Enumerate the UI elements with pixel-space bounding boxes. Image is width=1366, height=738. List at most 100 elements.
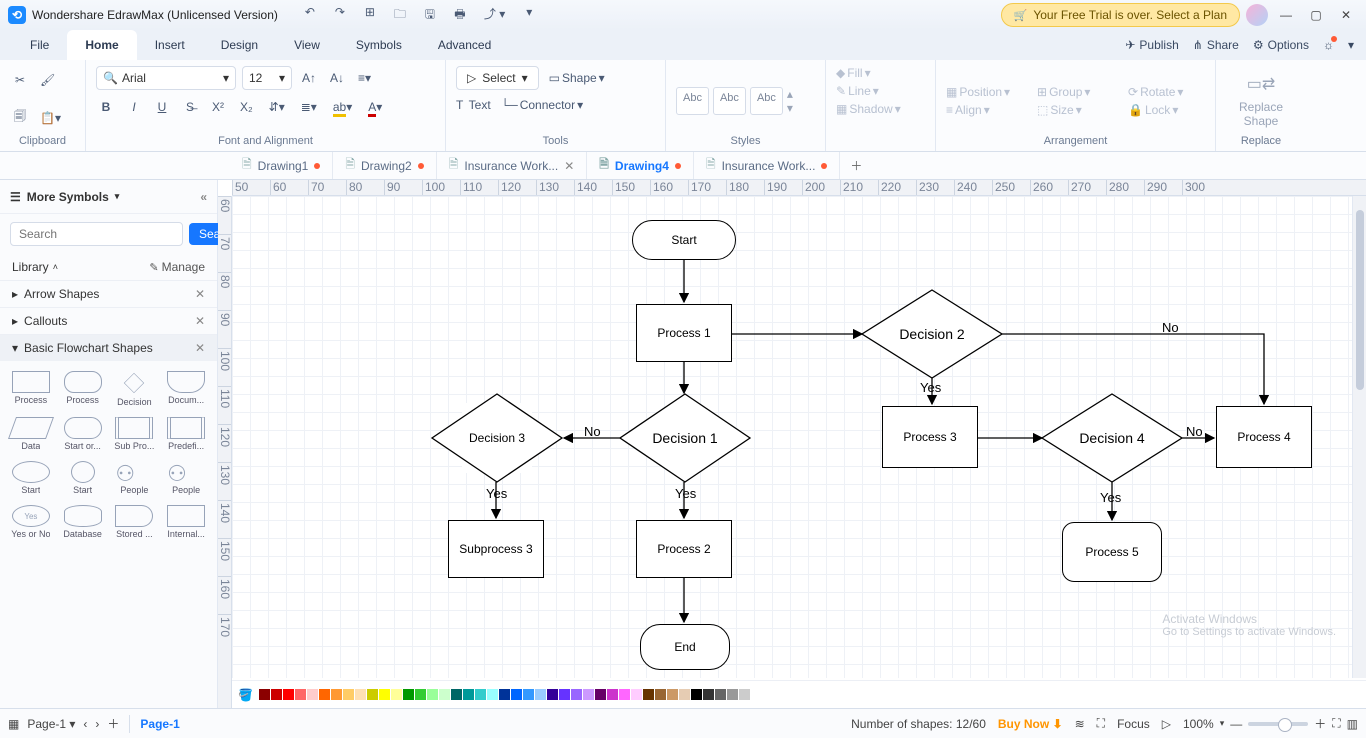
doc-tab[interactable]: 🗎Drawing2 — [333, 152, 436, 179]
panels-icon[interactable]: ▥ — [1347, 717, 1358, 731]
play-icon[interactable]: ▷ — [1162, 717, 1171, 731]
color-swatch[interactable] — [343, 689, 354, 700]
cat-basic-flowchart[interactable]: ▾ Basic Flowchart Shapes✕ — [0, 334, 217, 361]
doc-tab[interactable]: 🗎Drawing1 — [230, 152, 333, 179]
lock-button[interactable]: 🔒 Lock▾ — [1128, 103, 1205, 117]
style-preset-2[interactable]: Abc — [713, 87, 746, 115]
library-row[interactable]: Library˄ ✎ Manage — [0, 254, 217, 280]
shrink-font-icon[interactable]: A↓ — [326, 67, 348, 89]
cut-icon[interactable]: ✂ — [10, 69, 30, 91]
align-menu-icon[interactable]: ≡▾ — [354, 67, 375, 89]
color-swatch[interactable] — [715, 689, 726, 700]
color-swatch[interactable] — [451, 689, 462, 700]
menu-insert[interactable]: Insert — [137, 30, 203, 60]
bold-icon[interactable]: B — [96, 96, 116, 118]
cat-callouts[interactable]: ▸ Callouts✕ — [0, 307, 217, 334]
color-swatch[interactable] — [643, 689, 654, 700]
color-swatch[interactable] — [487, 689, 498, 700]
shape-document[interactable]: Docum... — [161, 367, 211, 411]
shape-yesno[interactable]: YesYes or No — [6, 501, 56, 543]
color-swatch[interactable] — [475, 689, 486, 700]
shape-start-circle[interactable]: Start — [58, 457, 108, 499]
color-swatch[interactable] — [379, 689, 390, 700]
new-tab-button[interactable]: ＋ — [840, 157, 872, 174]
line-spacing-icon[interactable]: ⇵▾ — [265, 96, 289, 118]
layers-icon[interactable]: ≋ — [1075, 717, 1085, 731]
color-swatch[interactable] — [403, 689, 414, 700]
color-swatch[interactable] — [355, 689, 366, 700]
grow-font-icon[interactable]: A↑ — [298, 67, 320, 89]
node-end[interactable]: End — [640, 624, 730, 670]
doc-tab[interactable]: 🗎Insurance Work...✕ — [437, 152, 588, 179]
collapse-ribbon-icon[interactable]: ▾ — [1348, 38, 1354, 52]
notifications-icon[interactable]: ☼ — [1323, 38, 1334, 52]
cat-arrow-shapes[interactable]: ▸ Arrow Shapes✕ — [0, 280, 217, 307]
focus-button[interactable]: Focus — [1117, 717, 1150, 731]
collapse-sidebar-icon[interactable]: « — [200, 190, 207, 204]
color-swatch[interactable] — [259, 689, 270, 700]
color-swatch[interactable] — [571, 689, 582, 700]
color-swatch[interactable] — [547, 689, 558, 700]
shape-process[interactable]: Process — [6, 367, 56, 411]
highlight-icon[interactable]: ab▾ — [329, 96, 356, 118]
add-page-icon[interactable]: ＋ — [107, 715, 119, 732]
zoom-out-icon[interactable]: — — [1230, 717, 1242, 731]
font-family-select[interactable]: 🔍 Arial▾ — [96, 66, 236, 90]
page-select[interactable]: Page-1 ▾ — [27, 717, 75, 731]
canvas[interactable]: Start Process 1 Decision 1 Decision 3 De… — [232, 196, 1366, 678]
menu-design[interactable]: Design — [203, 30, 276, 60]
zoom-slider[interactable] — [1248, 722, 1308, 726]
shape-people-1[interactable]: People — [110, 457, 160, 499]
color-swatch[interactable] — [367, 689, 378, 700]
line-button[interactable]: ✎ Line▾ — [836, 84, 879, 98]
connector-tool[interactable]: └─ Connector ▾ — [501, 98, 583, 112]
select-tool[interactable]: ▷ Select ▾ — [456, 66, 539, 90]
active-sheet[interactable]: Page-1 — [140, 717, 179, 731]
export-icon[interactable]: ⤴ ▾ — [480, 1, 509, 30]
font-size-select[interactable]: 12▾ — [242, 66, 292, 90]
menu-advanced[interactable]: Advanced — [420, 30, 509, 60]
share-button[interactable]: ⋔ Share — [1193, 38, 1239, 52]
italic-icon[interactable]: I — [124, 96, 144, 118]
node-process-2[interactable]: Process 2 — [636, 520, 732, 578]
close-cat-icon[interactable]: ✕ — [195, 287, 205, 301]
publish-button[interactable]: ✈ Publish — [1125, 38, 1178, 52]
fullscreen-icon[interactable]: ⛶ — [1097, 716, 1105, 731]
rotate-button[interactable]: ⟳ Rotate▾ — [1128, 85, 1205, 99]
align-button[interactable]: ≡ Align▾ — [946, 103, 1023, 117]
superscript-icon[interactable]: X² — [208, 96, 228, 118]
menu-home[interactable]: Home — [67, 30, 136, 60]
text-tool[interactable]: T Text — [456, 98, 491, 112]
buy-now-link[interactable]: Buy Now ⬇ — [998, 717, 1063, 731]
color-swatch[interactable] — [535, 689, 546, 700]
node-process-5[interactable]: Process 5 — [1062, 522, 1162, 582]
more-icon[interactable]: ▾ — [519, 1, 539, 30]
color-swatch[interactable] — [523, 689, 534, 700]
color-swatch[interactable] — [739, 689, 750, 700]
color-swatch[interactable] — [727, 689, 738, 700]
color-swatch[interactable] — [319, 689, 330, 700]
color-swatch[interactable] — [439, 689, 450, 700]
close-cat-icon[interactable]: ✕ — [195, 341, 205, 355]
font-color-icon[interactable]: A▾ — [364, 96, 386, 118]
shape-start-ellipse[interactable]: Start — [6, 457, 56, 499]
color-swatch[interactable] — [283, 689, 294, 700]
color-swatch[interactable] — [307, 689, 318, 700]
color-swatch[interactable] — [415, 689, 426, 700]
node-process-1[interactable]: Process 1 — [636, 304, 732, 362]
color-swatch[interactable] — [703, 689, 714, 700]
color-swatch[interactable] — [499, 689, 510, 700]
color-swatch[interactable] — [331, 689, 342, 700]
page-list-icon[interactable]: ▦ — [8, 717, 19, 731]
fit-page-icon[interactable]: ⛶ — [1332, 716, 1340, 731]
color-swatch[interactable] — [655, 689, 666, 700]
style-down-icon[interactable]: ▾ — [787, 101, 793, 115]
print-icon[interactable]: 🖶 — [450, 1, 470, 30]
position-button[interactable]: ▦ Position▾ — [946, 85, 1023, 99]
close-cat-icon[interactable]: ✕ — [195, 314, 205, 328]
strikethrough-icon[interactable]: S̶ — [180, 96, 200, 118]
shadow-button[interactable]: ▦ Shadow▾ — [836, 102, 901, 116]
color-swatch[interactable] — [559, 689, 570, 700]
shape-database[interactable]: Database — [58, 501, 108, 543]
minimize-button[interactable]: — — [1274, 8, 1298, 22]
